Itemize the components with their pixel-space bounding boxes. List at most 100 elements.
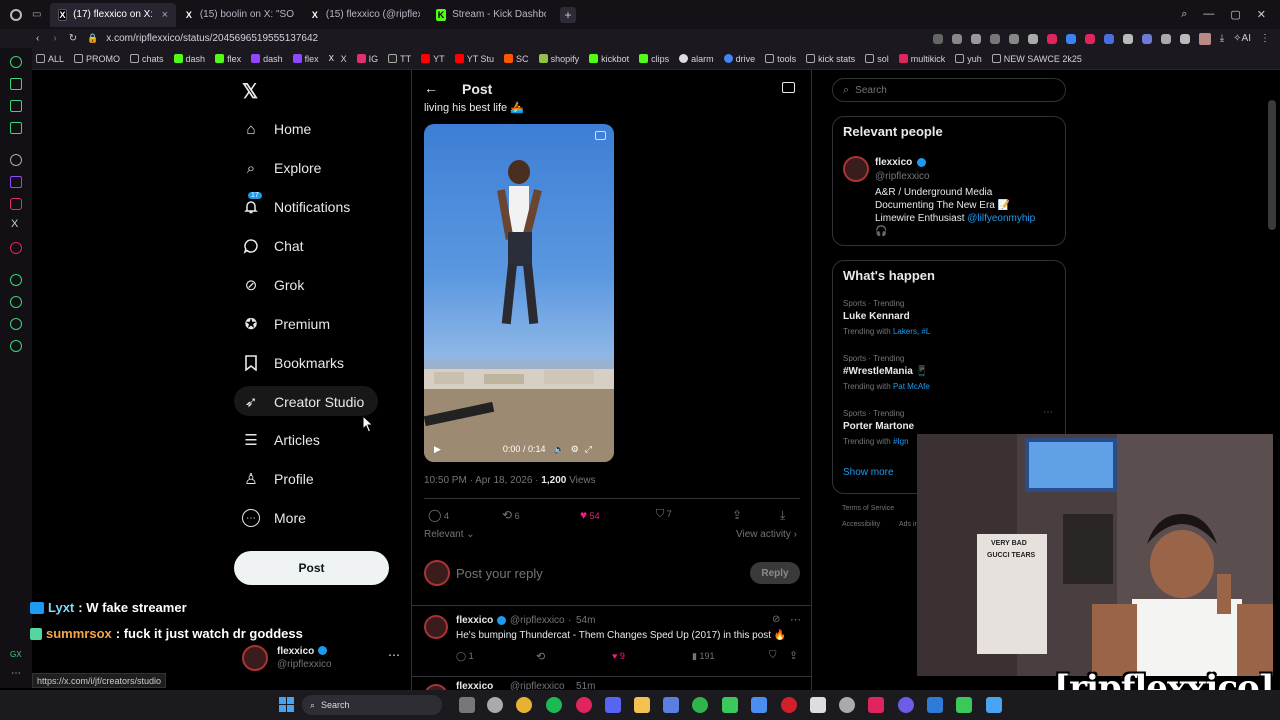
bookmark-9[interactable]: TT (388, 54, 411, 64)
bookmark-3[interactable]: dash (173, 54, 205, 64)
trend-with-link[interactable]: Lakers, #L (893, 327, 930, 336)
like-action[interactable]: ♥ 9 (612, 651, 625, 661)
repost-action[interactable]: ⟲ 6 (502, 508, 520, 522)
trend-with-link[interactable]: #Ign (893, 437, 909, 446)
bookmark-20[interactable]: sol (865, 54, 889, 64)
reply-input[interactable] (456, 564, 736, 582)
sidebar-item-home[interactable]: ⌂ Home (242, 120, 311, 138)
gx-icon[interactable]: GX (10, 650, 22, 659)
bookmark-4[interactable]: flex (215, 54, 241, 64)
bookmark-11[interactable]: YT Stu (454, 54, 494, 64)
maximize-icon[interactable]: ▢ (1230, 8, 1240, 21)
bookmark-5[interactable]: dash (251, 54, 283, 64)
spotify-icon[interactable] (546, 697, 562, 713)
bookmark-14[interactable]: kickbot (589, 54, 629, 64)
more-icon[interactable]: ⋯ (388, 648, 400, 662)
dock-icon[interactable] (10, 274, 22, 286)
taskbar-app-icon[interactable] (487, 697, 503, 713)
extension-icon[interactable] (1008, 33, 1019, 44)
bio-link[interactable]: @lilfyeonmyhip (967, 213, 1035, 224)
video-player[interactable]: ▶ 0:00 / 0:14 🔈 ⚙ ⤢ (424, 124, 614, 462)
opera-icon[interactable] (576, 697, 592, 713)
dock-icon[interactable] (10, 154, 22, 166)
volume-icon[interactable]: 🔈 (553, 444, 564, 455)
sidebar-item-articles[interactable]: ☰ Articles (242, 431, 320, 449)
taskbar-app-icon[interactable] (751, 697, 767, 713)
dock-icon[interactable] (10, 122, 22, 134)
like-action[interactable]: ♥ 54 (580, 508, 600, 522)
twitch-icon[interactable] (10, 176, 22, 188)
extension-icon[interactable] (1084, 33, 1095, 44)
grok-icon[interactable]: ⊘ (772, 614, 780, 625)
sidebar-item-chat[interactable]: Chat (242, 237, 304, 255)
taskbar-app-icon[interactable] (722, 697, 738, 713)
taskbar-app-icon[interactable] (956, 697, 972, 713)
folder-icon[interactable] (634, 697, 650, 713)
back-icon[interactable]: ‹ (36, 33, 39, 44)
taskbar-search[interactable]: ⌕ Search (302, 695, 442, 715)
avatar[interactable] (843, 156, 869, 182)
download-icon[interactable]: ⤓ (1220, 33, 1224, 44)
browser-tab-3[interactable]: X (15) flexxico (@ripflexxico (302, 3, 428, 27)
bookmark-15[interactable]: clips (639, 54, 669, 64)
share-icon[interactable]: ⇪ (789, 649, 798, 662)
extension-icon[interactable] (1027, 33, 1038, 44)
bookmark-icon[interactable]: ⛉ (769, 650, 777, 661)
back-arrow-icon[interactable]: ← (424, 80, 438, 96)
sidebar-item-bookmarks[interactable]: Bookmarks (242, 354, 344, 372)
bookmark-6[interactable]: flex (292, 54, 319, 64)
sidebar-item-grok[interactable]: ⊘ Grok (242, 276, 305, 294)
bookmark-21[interactable]: multikick (898, 54, 945, 64)
bookmark-16[interactable]: alarm (679, 54, 714, 64)
extension-icon[interactable] (970, 33, 981, 44)
ai-icon[interactable]: ✧AI (1233, 33, 1251, 44)
extension-icon[interactable] (1160, 33, 1171, 44)
bookmark-23[interactable]: NEW SAWCE 2k25 (991, 54, 1082, 64)
sidebar-item-profile[interactable]: ♙ Profile (242, 470, 313, 488)
extension-icon[interactable] (1122, 33, 1133, 44)
view-activity-link[interactable]: View activity › (736, 529, 797, 540)
sidebar-item-creator-studio[interactable]: ➶ Creator Studio (242, 393, 365, 411)
dock-icon[interactable] (10, 318, 22, 330)
scrollbar[interactable] (1268, 100, 1276, 230)
xbox-icon[interactable] (692, 697, 708, 713)
reply-button[interactable]: Reply (750, 562, 800, 584)
extension-icon[interactable] (1065, 33, 1076, 44)
dock-icon[interactable] (10, 56, 22, 68)
trend-item[interactable]: Sports · Trending #WrestleMania 📱 Trendi… (843, 354, 1053, 398)
browser-menu-icon[interactable] (0, 0, 32, 29)
taskbar-app-icon[interactable] (781, 697, 797, 713)
bookmark-12[interactable]: SC (504, 54, 529, 64)
taskbar-app-icon[interactable] (459, 697, 475, 713)
minimize-icon[interactable]: — (1203, 8, 1214, 21)
fullscreen-icon[interactable]: ⤢ (585, 444, 592, 455)
sidebar-item-notifications[interactable]: 17 Notifications (242, 192, 350, 216)
sidebar-item-explore[interactable]: ⌕ Explore (242, 159, 322, 177)
search-input[interactable] (855, 84, 1046, 96)
more-icon[interactable]: ⋯ (11, 668, 21, 679)
settings-icon[interactable]: ⚙ (571, 444, 579, 455)
close-icon[interactable]: × (162, 9, 168, 21)
bookmark-action[interactable]: ⛉ 7 (656, 508, 672, 521)
play-icon[interactable]: ▶ (434, 444, 441, 455)
menu-icon[interactable]: ⋮ (1260, 33, 1270, 44)
bookmark-8[interactable]: IG (356, 54, 378, 64)
search-box[interactable]: ⌕ (832, 78, 1066, 102)
extension-icon[interactable] (1141, 33, 1152, 44)
account-switcher[interactable]: flexxico @ripflexxico ⋯ (242, 645, 402, 675)
bookmark-2[interactable]: chats (130, 54, 164, 64)
dock-icon[interactable] (10, 242, 22, 254)
dock-icon[interactable] (10, 78, 22, 90)
reply-action[interactable]: ◯ 4 (428, 508, 449, 522)
extension-icon[interactable] (951, 33, 962, 44)
instagram-icon[interactable] (10, 198, 22, 210)
avatar[interactable] (1198, 32, 1211, 45)
show-more-link[interactable]: Show more (843, 467, 894, 478)
sidebar-toggle-icon[interactable]: ▭ (32, 9, 50, 20)
chrome-icon[interactable] (516, 697, 532, 713)
taskbar-app-icon[interactable] (986, 697, 1002, 713)
x-logo[interactable]: 𝕏 (242, 79, 258, 104)
x-icon[interactable]: X (11, 218, 18, 230)
settings-icon[interactable] (10, 340, 22, 352)
extension-icon[interactable] (932, 33, 943, 44)
